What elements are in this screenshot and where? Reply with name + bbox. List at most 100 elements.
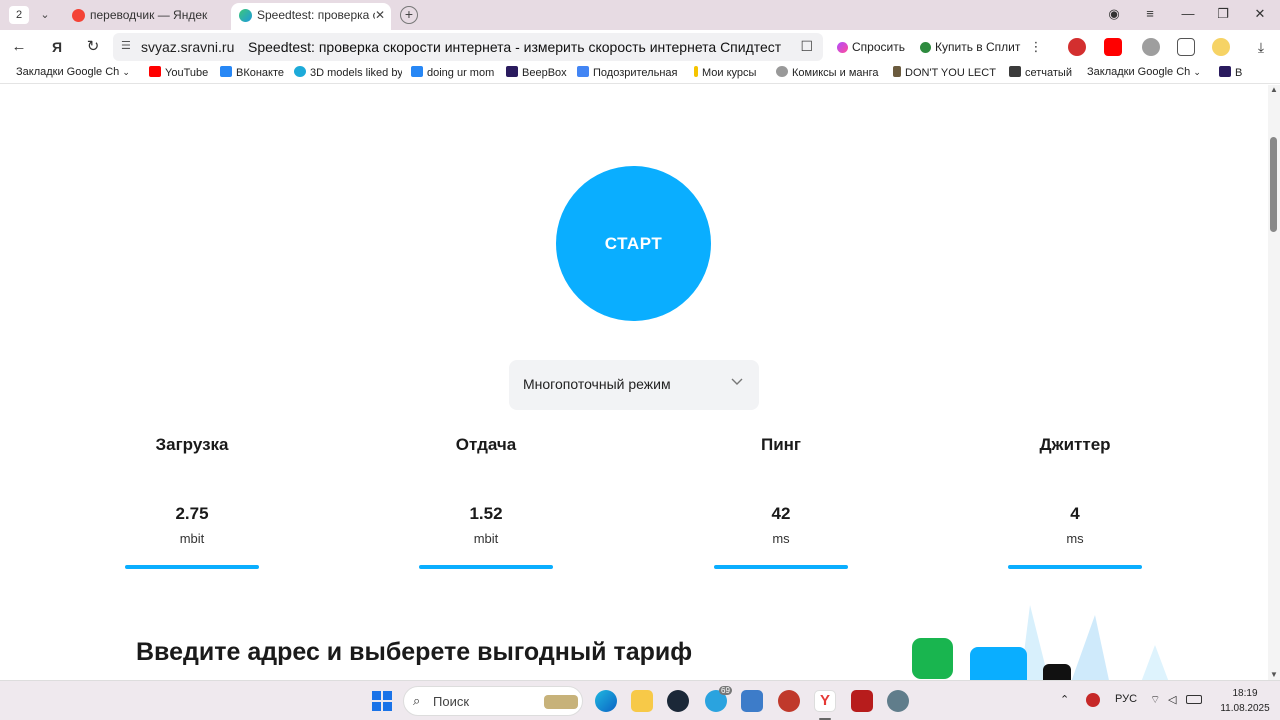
youtube-extension-icon[interactable] xyxy=(1104,38,1122,56)
mesh-icon xyxy=(1009,66,1021,77)
collections-icon[interactable] xyxy=(1177,38,1195,56)
start-test-button[interactable]: СТАРТ xyxy=(556,166,711,321)
wallet-icon[interactable] xyxy=(1212,38,1230,56)
tray-app-icon[interactable] xyxy=(1086,693,1100,707)
metric-value: 2.75 xyxy=(175,504,209,523)
provider-logo-megafon-icon[interactable] xyxy=(912,638,953,679)
metric-unit: mbit xyxy=(473,531,499,546)
battery-icon[interactable] xyxy=(1186,695,1202,704)
search-icon: ⌕ xyxy=(413,693,421,708)
mode-select[interactable]: Многопоточный режим xyxy=(509,360,759,410)
address-bar[interactable]: ☰ svyaz.sravni.ru Speedtest: проверка ск… xyxy=(113,33,823,61)
site-info-icon[interactable]: ☰ xyxy=(121,39,131,52)
page-scrollbar[interactable]: ▲ ▼ xyxy=(1268,85,1280,680)
bookmark-comics[interactable]: Комиксы и манга xyxy=(776,66,882,79)
tab-count-button[interactable]: 2 xyxy=(9,6,29,24)
file-explorer-icon[interactable] xyxy=(631,690,653,712)
taskbar-search[interactable]: ⌕ Поиск xyxy=(403,686,583,716)
scroll-down-icon[interactable]: ▼ xyxy=(1270,670,1278,679)
bookmark-suspicious[interactable]: Подозрительная xyxy=(577,66,680,79)
youtube-icon xyxy=(149,66,161,77)
sketchfab-icon xyxy=(294,66,306,77)
metric-jitter: Джиттер 4 ms xyxy=(975,435,1175,569)
bookmark-folder-google[interactable]: Закладки Google Ch ⌄ xyxy=(16,66,134,78)
edge-icon[interactable] xyxy=(595,690,617,712)
search-placeholder: Поиск xyxy=(433,694,470,709)
downloads-icon[interactable]: ⤓ xyxy=(1251,37,1271,57)
vk-icon xyxy=(411,66,423,77)
provider-logo-t2-icon[interactable] xyxy=(1043,664,1071,680)
app-icon[interactable] xyxy=(851,690,873,712)
wifi-icon[interactable]: ⌔ xyxy=(1150,693,1160,707)
metric-label: Отдача xyxy=(455,435,517,454)
beepbox-icon xyxy=(506,66,518,77)
scroll-up-icon[interactable]: ▲ xyxy=(1270,85,1278,94)
split-icon xyxy=(920,42,931,53)
taskbar-clock[interactable]: 18:19 11.08.2025 xyxy=(1215,686,1275,716)
comics-icon xyxy=(776,66,788,77)
bookmark-my-courses[interactable]: Мои курсы xyxy=(694,66,769,79)
settings-gear-icon[interactable] xyxy=(887,690,909,712)
bookmark-folder-google-2[interactable]: Закладки Google Ch ⌄ xyxy=(1087,66,1205,78)
tab-translator[interactable]: переводчик — Яндекс: на xyxy=(64,3,224,30)
bookmark-youtube[interactable]: YouTube xyxy=(149,66,215,79)
new-tab-button[interactable]: + xyxy=(400,6,418,24)
metric-value: 42 xyxy=(771,504,791,523)
clock-time: 18:19 xyxy=(1232,688,1258,699)
ask-alice-button[interactable]: Спросить xyxy=(830,36,913,58)
bookmark-3d-models[interactable]: 3D models liked by xyxy=(294,66,402,79)
alice-icon xyxy=(837,42,848,53)
bookmark-icon[interactable]: ☐ xyxy=(800,38,813,55)
back-arrow-icon[interactable]: ← xyxy=(9,37,29,57)
close-window-icon[interactable]: ✕ xyxy=(1250,6,1270,22)
menu-icon[interactable]: ≡ xyxy=(1140,6,1160,21)
tab-list-chevron-icon[interactable]: ⌄ xyxy=(36,6,54,24)
decorative-shapes xyxy=(1020,605,1169,680)
figure-icon xyxy=(893,66,901,77)
steam-icon[interactable] xyxy=(667,690,689,712)
minimize-icon[interactable]: — xyxy=(1178,6,1198,21)
photos-icon[interactable] xyxy=(741,690,763,712)
google-docs-icon xyxy=(577,66,589,77)
more-options-icon[interactable]: ⋮ xyxy=(1026,37,1046,57)
vk-icon xyxy=(220,66,232,77)
bookmark-mesh[interactable]: сетчатый xyxy=(1009,66,1079,79)
reload-icon[interactable]: ↻ xyxy=(83,37,103,57)
courses-icon xyxy=(694,66,698,77)
volume-icon[interactable]: ◁ xyxy=(1168,693,1176,706)
restore-icon[interactable]: ❐ xyxy=(1213,6,1233,22)
bookmark-doing-ur-mom[interactable]: doing ur mom xyxy=(411,66,501,79)
close-tab-icon[interactable]: ✕ xyxy=(375,3,385,27)
bookmark-label: YouTube xyxy=(165,67,209,79)
bookmark-label: ВКонакте xyxy=(236,67,285,79)
bookmark-label: Закладки Google Ch xyxy=(16,66,120,78)
yandex-browser-icon[interactable]: Y xyxy=(814,690,836,712)
input-language[interactable]: РУС xyxy=(1115,693,1137,705)
game-icon[interactable] xyxy=(778,690,800,712)
bookmark-label: Комиксы и манга xyxy=(792,67,879,79)
show-hidden-icons-chevron-icon[interactable]: ⌃ xyxy=(1060,693,1069,706)
metric-label: Пинг xyxy=(760,435,802,454)
tab-speedtest[interactable]: Speedtest: проверка ск ✕ xyxy=(231,3,391,30)
bookmark-beepbox[interactable]: BeepBox xyxy=(506,66,572,79)
promo-heading: Введите адрес и выберете выгодный тариф xyxy=(136,638,693,666)
scrollbar-thumb[interactable] xyxy=(1270,137,1277,232)
bookmark-vk[interactable]: ВКонакте xyxy=(220,66,288,79)
windows-start-icon[interactable] xyxy=(372,691,392,711)
metric-value: 1.52 xyxy=(469,504,503,523)
beepbox-icon xyxy=(1219,66,1231,77)
metric-download: Загрузка 2.75 mbit xyxy=(92,435,292,569)
split-button[interactable]: Купить в Сплит xyxy=(913,36,1028,58)
provider-logo-yota-icon[interactable] xyxy=(970,647,1027,680)
bookmark-label: Закладки Google Ch xyxy=(1087,66,1191,78)
bookmark-b[interactable]: B xyxy=(1219,66,1249,79)
bookmark-label: doing ur mom xyxy=(427,67,495,79)
extension-icon[interactable] xyxy=(1142,38,1160,56)
metric-progress-bar xyxy=(419,565,553,569)
yandex-logo-icon[interactable]: Я xyxy=(47,37,67,57)
bookmark-dont-you-lect[interactable]: DON'T YOU LECT xyxy=(893,66,997,79)
split-label: Купить в Сплит xyxy=(935,40,1021,54)
adblock-extension-icon[interactable] xyxy=(1068,38,1086,56)
profile-icon[interactable]: ◉ xyxy=(1104,6,1124,22)
metric-label: Джиттер xyxy=(1039,435,1111,454)
